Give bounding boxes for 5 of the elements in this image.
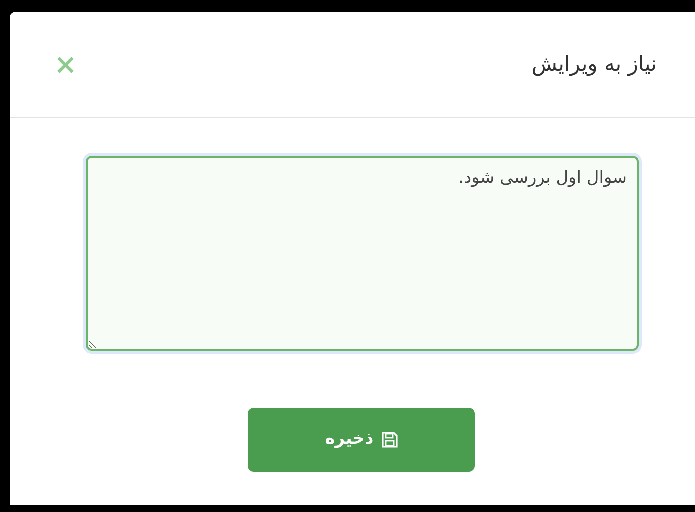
close-button[interactable]: ×: [50, 50, 82, 78]
save-icon: [382, 432, 398, 448]
comment-field[interactable]: سوال اول بررسی شود.: [86, 156, 639, 351]
save-button[interactable]: ذخیره: [248, 408, 475, 472]
dialog-title: نیاز به ویرایش: [532, 52, 657, 78]
